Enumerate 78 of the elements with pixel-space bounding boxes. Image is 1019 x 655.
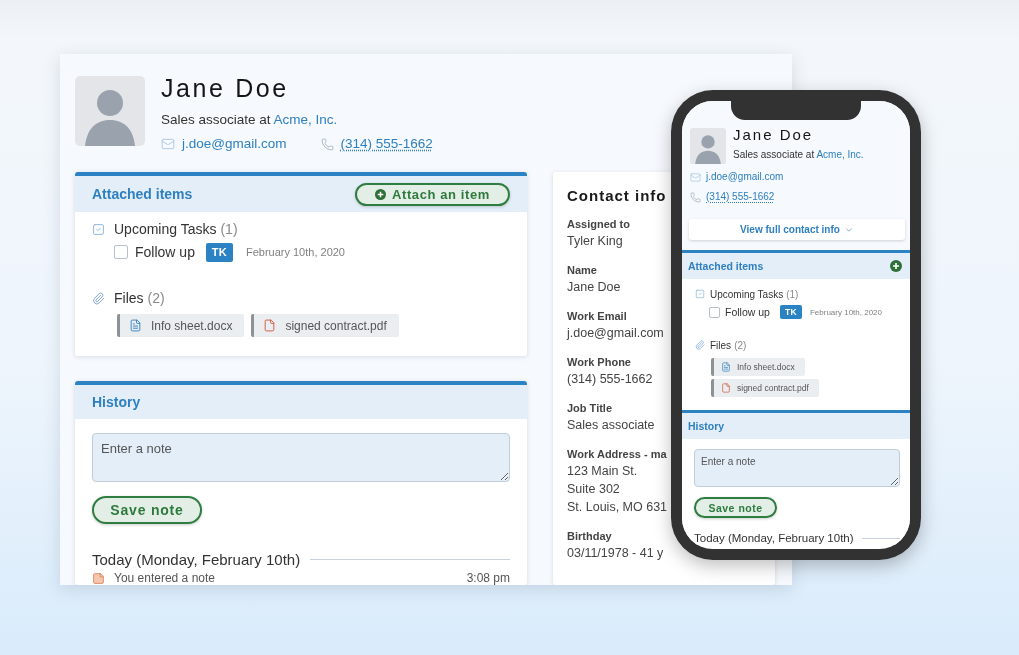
company-link[interactable]: Acme, Inc. bbox=[816, 149, 864, 160]
task-label: Follow up bbox=[725, 306, 770, 318]
save-note-button[interactable]: Save note bbox=[92, 496, 202, 524]
file-chip[interactable]: Info sheet.docx bbox=[711, 358, 805, 376]
view-contact-button[interactable]: View full contact info bbox=[689, 219, 905, 240]
contact-name: Jane Doe bbox=[733, 126, 814, 144]
checkbox[interactable] bbox=[114, 245, 128, 259]
email-link[interactable]: j.doe@gmail.com bbox=[182, 135, 287, 153]
due-date: February 10th, 2020 bbox=[245, 246, 345, 258]
job-title: Sales associate at Acme, Inc. bbox=[733, 148, 864, 162]
paperclip-icon bbox=[92, 291, 105, 305]
card-title: History bbox=[92, 394, 141, 410]
file-chip[interactable]: signed contract.pdf bbox=[711, 379, 819, 397]
file-chip[interactable]: signed contract.pdf bbox=[251, 314, 399, 337]
entry-time: 3:08 pm bbox=[466, 571, 510, 585]
item-count: (2) bbox=[147, 290, 165, 306]
phone-icon bbox=[690, 191, 701, 203]
attach-item-button[interactable]: Attach an item bbox=[355, 182, 510, 206]
mail-icon bbox=[161, 137, 175, 151]
document-icon bbox=[721, 362, 731, 372]
item-count: (1) bbox=[220, 221, 238, 237]
field-label: Work Address - ma bbox=[567, 447, 667, 462]
card-title: Attached items bbox=[688, 260, 764, 272]
person-silhouette-icon bbox=[75, 76, 145, 146]
field-label: Work Email bbox=[567, 309, 627, 324]
section-title: Upcoming Tasks bbox=[114, 221, 217, 237]
assignee-badge: TK bbox=[779, 305, 802, 319]
section-title: Upcoming Tasks bbox=[710, 288, 784, 300]
item-count: (1) bbox=[786, 288, 799, 300]
assignee-badge: TK bbox=[205, 242, 233, 262]
card-title: History bbox=[688, 420, 725, 432]
section-title: Files bbox=[114, 290, 144, 306]
field-label: Work Phone bbox=[567, 355, 631, 370]
contact-name: Jane Doe bbox=[161, 74, 289, 102]
section-title: Files bbox=[710, 339, 732, 351]
checkbox[interactable] bbox=[709, 306, 720, 318]
field-value: St. Louis, MO 631 bbox=[567, 499, 668, 516]
task-list-icon bbox=[92, 222, 105, 236]
document-icon bbox=[129, 319, 142, 332]
field-label: Birthday bbox=[567, 529, 612, 544]
note-field[interactable]: Enter a note bbox=[92, 433, 510, 482]
due-date: February 10th, 2020 bbox=[809, 307, 882, 317]
field-value: Jane Doe bbox=[567, 279, 621, 296]
file-chip[interactable]: Info sheet.docx bbox=[117, 314, 245, 337]
plus-icon[interactable] bbox=[890, 260, 902, 272]
file-icon bbox=[721, 383, 731, 393]
day-heading: Today (Monday, February 10th) bbox=[92, 550, 301, 568]
field-value: j.doe@gmail.com bbox=[567, 325, 664, 342]
card-title: Contact info bbox=[567, 186, 667, 206]
phone-link[interactable]: (314) 555-1662 bbox=[340, 135, 433, 153]
save-note-button[interactable]: Save note bbox=[694, 497, 777, 518]
card-title: Attached items bbox=[92, 186, 193, 202]
field-label: Assigned to bbox=[567, 217, 630, 232]
field-value: (314) 555-1662 bbox=[567, 371, 653, 388]
phone-link[interactable]: (314) 555-1662 bbox=[706, 189, 775, 205]
job-title: Sales associate at Acme, Inc. bbox=[161, 111, 338, 129]
email-link[interactable]: j.doe@gmail.com bbox=[706, 169, 784, 185]
plus-icon bbox=[375, 188, 386, 200]
field-label: Job Title bbox=[567, 401, 613, 416]
task-label: Follow up bbox=[135, 244, 195, 260]
field-value: Tyler King bbox=[567, 233, 623, 250]
note-icon bbox=[92, 571, 105, 585]
entry-text: You entered a note bbox=[114, 571, 215, 585]
note-field[interactable]: Enter a note bbox=[694, 449, 900, 487]
field-value: Suite 302 bbox=[567, 481, 620, 498]
field-label: Name bbox=[567, 263, 597, 278]
phone-icon bbox=[320, 137, 334, 151]
person-silhouette-icon bbox=[690, 128, 726, 164]
field-value: Sales associate bbox=[567, 417, 655, 434]
task-list-icon bbox=[695, 289, 705, 299]
day-heading: Today (Monday, February 10th) bbox=[694, 532, 854, 544]
file-icon bbox=[263, 319, 277, 332]
paperclip-icon bbox=[695, 340, 705, 350]
company-link[interactable]: Acme, Inc. bbox=[273, 112, 338, 127]
field-value: 03/11/1978 - 41 y bbox=[567, 545, 664, 562]
mail-icon bbox=[690, 171, 701, 183]
field-value: 123 Main St. bbox=[567, 463, 638, 480]
item-count: (2) bbox=[734, 339, 747, 351]
